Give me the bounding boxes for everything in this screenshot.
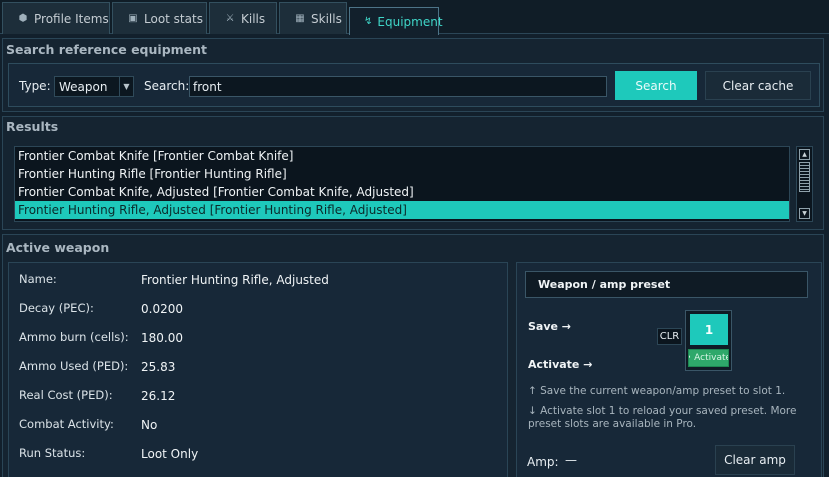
search-section-title: Search reference equipment — [6, 42, 208, 57]
real-cost-value: 26.12 — [141, 389, 176, 403]
active-weapon-title: Active weapon — [6, 240, 110, 255]
results-title: Results — [6, 119, 59, 134]
tab-label: Equipment — [377, 14, 443, 29]
preset-title-box: Weapon / amp preset — [525, 271, 808, 298]
type-select[interactable]: Weapon ▼ — [54, 76, 134, 97]
combat-activity-label: Combat Activity: — [19, 417, 114, 431]
amp-label: Amp: — [527, 455, 559, 469]
ammo-burn-value: 180.00 — [141, 331, 183, 345]
tab-kills[interactable]: ⚔ Kills — [209, 2, 277, 34]
run-status-label: Run Status: — [19, 446, 86, 460]
chevron-down-icon: ▼ — [119, 77, 133, 96]
cube-icon: ⬢ — [18, 12, 28, 24]
combat-activity-value: No — [141, 418, 158, 432]
tab-skills[interactable]: ▦ Skills — [279, 2, 347, 34]
chest-icon: ▣ — [128, 12, 138, 24]
name-value: Frontier Hunting Rifle, Adjusted — [141, 273, 329, 287]
run-status-value: Loot Only — [141, 447, 199, 461]
decay-label: Decay (PEC): — [19, 301, 94, 315]
results-list[interactable]: Frontier Combat Knife [Frontier Combat K… — [14, 146, 790, 222]
search-button[interactable]: Search — [615, 71, 697, 100]
preset-title: Weapon / amp preset — [538, 278, 671, 291]
activate-label: Activate → — [528, 358, 593, 371]
list-item[interactable]: Frontier Hunting Rifle [Frontier Hunting… — [15, 165, 789, 183]
tab-label: Kills — [241, 11, 266, 26]
amp-value: — — [565, 453, 577, 467]
tab-bar: ⬢ Profile Items ▣ Loot stats ⚔ Kills ▦ S… — [0, 0, 829, 35]
real-cost-label: Real Cost (PED): — [19, 388, 113, 402]
grid-icon: ▦ — [295, 12, 305, 24]
save-label: Save → — [528, 320, 572, 333]
list-item-selected[interactable]: Frontier Hunting Rifle, Adjusted [Fronti… — [15, 201, 789, 219]
tab-label: Loot stats — [144, 11, 203, 26]
clear-slot-button[interactable]: CLR — [657, 328, 682, 345]
save-slot-1-button[interactable]: 1 — [690, 314, 728, 345]
crossed-swords-icon: ⚔ — [225, 12, 235, 24]
tab-label: Skills — [311, 11, 342, 26]
list-item[interactable]: Frontier Combat Knife [Frontier Combat K… — [15, 147, 789, 165]
tab-label: Profile Items — [34, 11, 109, 26]
ammo-used-value: 25.83 — [141, 360, 176, 374]
clear-amp-button[interactable]: Clear amp — [715, 445, 795, 475]
type-select-value: Weapon — [59, 79, 108, 94]
tab-loot-stats[interactable]: ▣ Loot stats — [112, 2, 207, 34]
save-hint: ↑ Save the current weapon/amp preset to … — [528, 385, 786, 397]
ammo-used-label: Ammo Used (PED): — [19, 359, 129, 373]
ammo-burn-label: Ammo burn (cells): — [19, 330, 129, 344]
search-input[interactable] — [189, 76, 607, 97]
activate-hint: ↓ Activate slot 1 to reload your saved p… — [528, 405, 797, 430]
search-label: Search: — [144, 79, 190, 93]
tab-equipment[interactable]: ↯ Equipment — [349, 7, 443, 35]
activate-slot-1-button[interactable]: • Activate — [688, 349, 729, 367]
list-item[interactable]: Frontier Combat Knife, Adjusted [Frontie… — [15, 183, 789, 201]
results-scrollbar[interactable]: ▲ ▼ — [796, 146, 813, 222]
type-label: Type: — [19, 79, 51, 93]
wrench-icon: ↯ — [364, 15, 373, 27]
scroll-up-icon[interactable]: ▲ — [799, 149, 810, 160]
tab-profile-items[interactable]: ⬢ Profile Items — [2, 2, 110, 34]
name-label: Name: — [19, 272, 57, 286]
decay-value: 0.0200 — [141, 302, 183, 316]
clear-cache-button[interactable]: Clear cache — [705, 71, 811, 100]
scroll-thumb[interactable] — [799, 162, 810, 192]
scroll-down-icon[interactable]: ▼ — [799, 208, 810, 219]
